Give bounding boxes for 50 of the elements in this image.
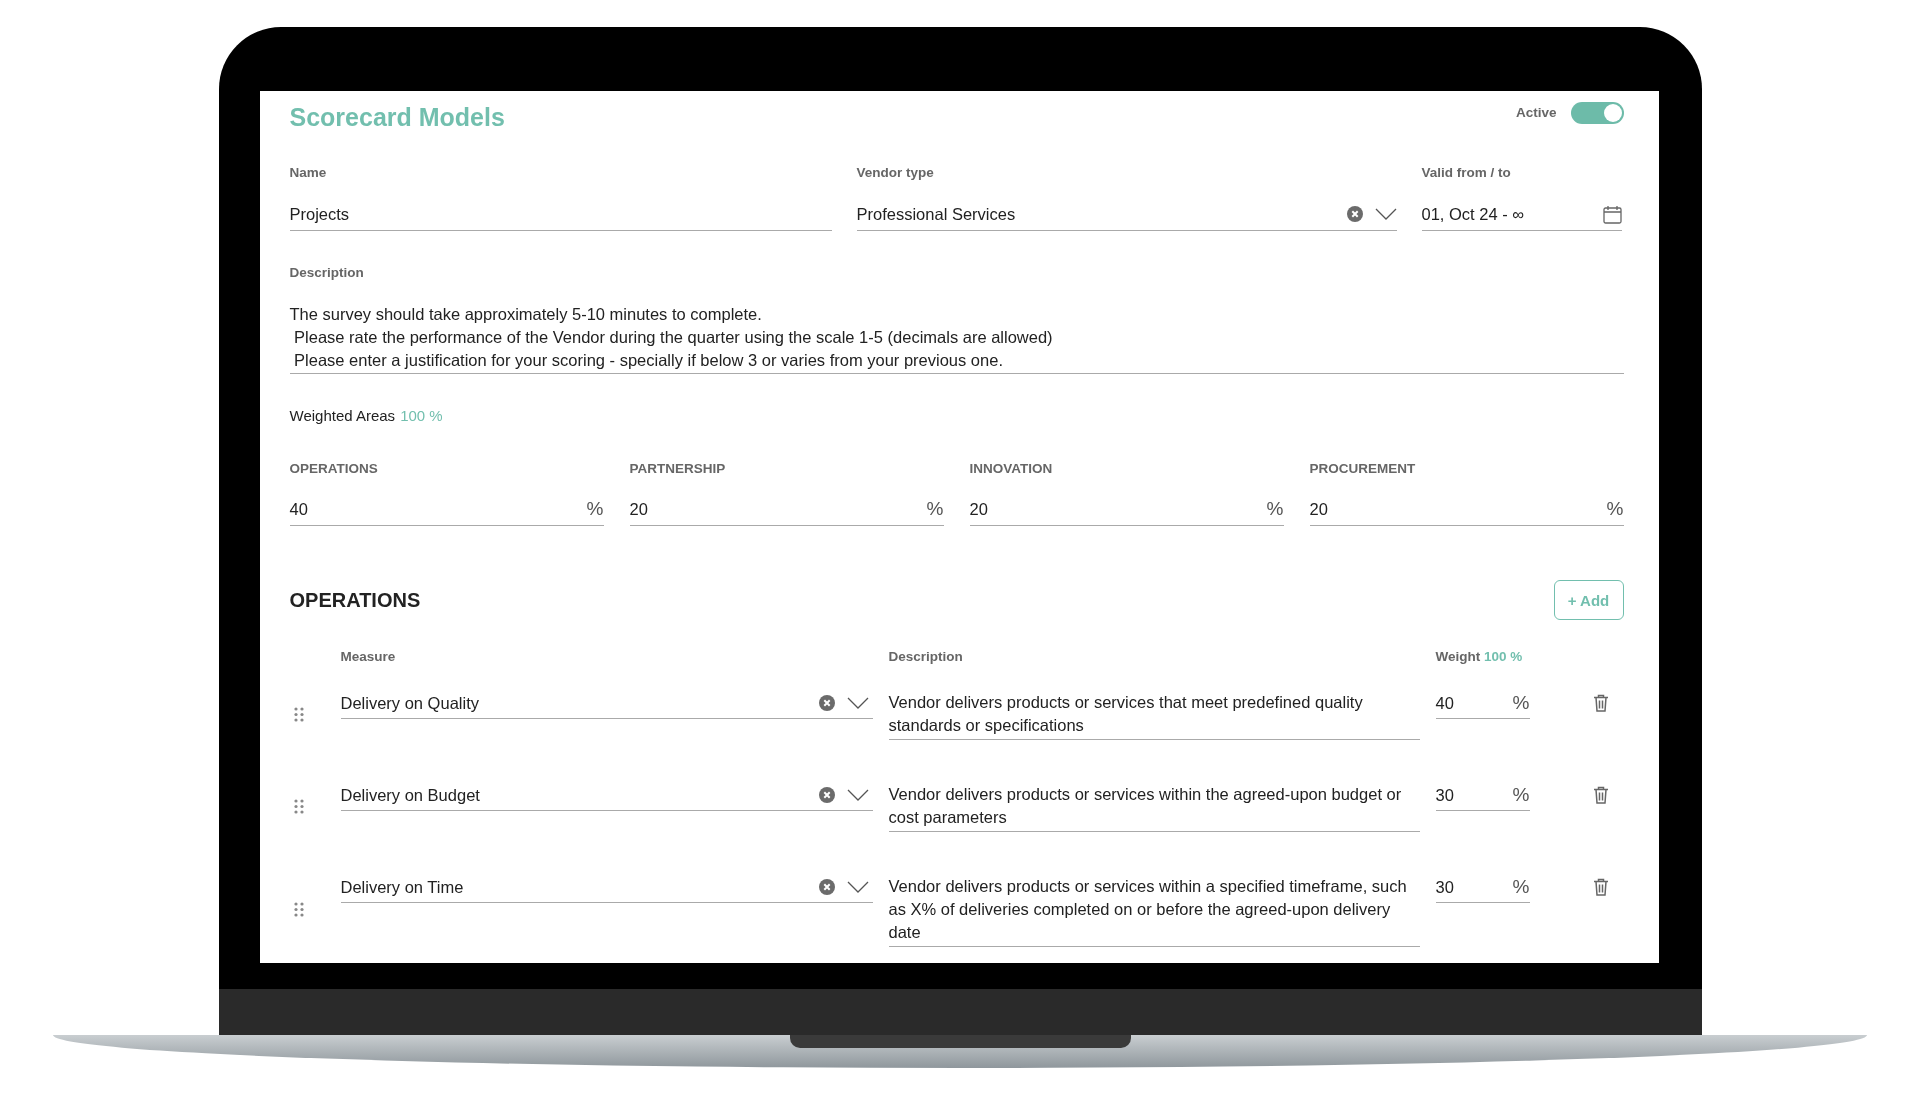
field-label: Name	[289, 164, 328, 182]
percent-field[interactable]: 20 %	[1309, 493, 1624, 526]
toggle-label: Active	[1515, 104, 1557, 122]
field-label: Valid from / to	[1421, 164, 1512, 182]
percent-field[interactable]: 20 %	[969, 493, 1284, 526]
measure-select[interactable]: Delivery on Quality	[340, 688, 873, 719]
select-field[interactable]: Professional Services	[856, 198, 1397, 231]
description-field[interactable]: Vendor delivers products or services within the agreed-upon budget or cost parameters	[888, 780, 1420, 832]
measure-select[interactable]: Delivery on Budget	[340, 780, 873, 811]
description-field[interactable]: Vendor delivers products or services within a specified timeframe, such as X% of deliveries completed on or before the agreed-upon delivery date	[888, 872, 1420, 947]
drag-handle-icon[interactable]	[294, 706, 304, 722]
clear-icon[interactable]	[818, 879, 835, 895]
chevron-down-icon[interactable]	[846, 697, 869, 709]
trash-icon[interactable]	[1592, 694, 1609, 712]
column-header: Description	[888, 648, 964, 666]
trash-icon[interactable]	[1592, 878, 1609, 896]
area-label: INNOVATION	[969, 460, 1054, 478]
clear-icon[interactable]	[1346, 206, 1363, 222]
weight-field[interactable]: 30 %	[1435, 780, 1530, 811]
chevron-down-icon[interactable]	[1374, 208, 1397, 220]
date-field[interactable]: 01, Oct 24 - ∞	[1421, 198, 1622, 231]
percent-field[interactable]: 40 %	[289, 493, 604, 526]
weighted-areas-label: Weighted Areas	[289, 406, 396, 426]
input-field[interactable]: Projects	[289, 198, 832, 231]
weight-field[interactable]: 40 %	[1435, 688, 1530, 719]
page-title: Scorecard Models	[289, 102, 505, 132]
area-label: OPERATIONS	[289, 460, 379, 478]
calendar-icon[interactable]	[1602, 204, 1622, 224]
percent-field[interactable]: 20 %	[629, 493, 944, 526]
chevron-down-icon[interactable]	[846, 789, 869, 801]
description-field[interactable]: Vendor delivers products or services that meet predefined quality standards or specifications	[888, 688, 1420, 740]
description-field[interactable]: The survey should take approximately 5-10 minutes to complete. Please rate the performance of the Vendor during the quarter using the scale 1-5 (decimals are allowed) Please enter a justification for your scoring - specially if below 3 or varies from your previous one.	[289, 303, 1624, 374]
field-label: Description	[289, 264, 365, 282]
active-toggle[interactable]	[1570, 102, 1624, 124]
section-title: OPERATIONS	[289, 588, 421, 612]
clear-icon[interactable]	[818, 695, 835, 711]
field-label: Vendor type	[856, 164, 935, 182]
weighted-areas-total: 100 %	[400, 406, 443, 426]
chevron-down-icon[interactable]	[846, 881, 869, 893]
weight-total: 100 %	[1484, 649, 1523, 664]
area-label: PROCUREMENT	[1309, 460, 1417, 478]
weight-field[interactable]: 30 %	[1435, 872, 1530, 903]
drag-handle-icon[interactable]	[294, 902, 304, 917]
column-header: Weight	[1435, 649, 1481, 664]
area-label: PARTNERSHIP	[629, 460, 727, 478]
trash-icon[interactable]	[1592, 786, 1609, 804]
column-header: Measure	[340, 648, 397, 666]
clear-icon[interactable]	[818, 787, 835, 803]
drag-handle-icon[interactable]	[294, 798, 304, 814]
measure-select[interactable]: Delivery on Time	[340, 872, 873, 903]
